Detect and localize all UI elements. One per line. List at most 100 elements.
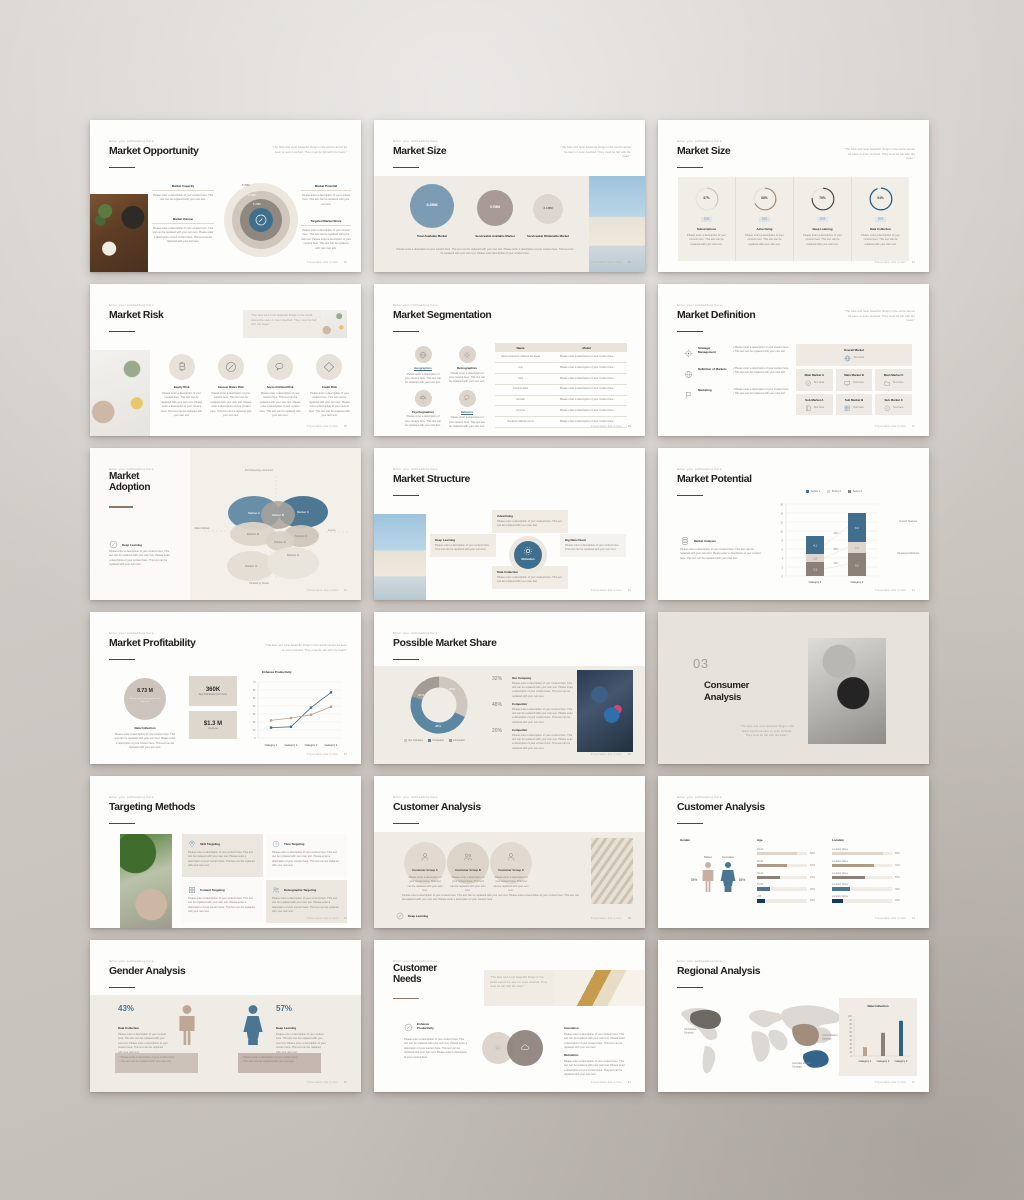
slide-customer-needs[interactable]: Enter your subheading here Customer Need… [374,940,645,1092]
chart-legend: Series 1 Series 2 Series 3 [806,490,862,493]
risk-item-0[interactable]: Equity Risk Please enter a description o… [160,354,203,419]
table-row[interactable]: Communities Please enter a description of… [495,385,627,396]
slide-targeting-methods[interactable]: Enter your subheading here Targeting Met… [90,776,361,928]
age-cat-2: 35-44 [757,871,764,875]
metric-card-3[interactable]: 94% 2023 Data Collection Please enter a … [852,177,909,261]
slide-market-adoption[interactable]: Enter your subheading here Market Adopti… [90,448,361,600]
definition-item-2[interactable]: Marketing • Please enter a description o… [684,388,789,400]
regional-bar-chart: 01020 304050 607080 90100 Category 1 Cate… [848,1015,911,1063]
risk-text-3: Please enter a description of your conte… [308,392,350,418]
risk-icon-bg-3 [316,354,343,380]
definition-item-0[interactable]: Strategic Management • Please enter a de… [684,346,789,358]
table-row[interactable]: Socio-economic indexes for areas Please e… [495,352,627,364]
svg-text:65%: 65% [739,878,746,882]
page-number: 08 [343,425,347,428]
targeting-card-2[interactable]: Content Targeting Please enter a descrip… [182,879,263,923]
matrix-main-0[interactable]: Main Market A Text here [796,369,833,391]
share-row-2[interactable]: 20% Competitor Please enter a description… [492,728,574,751]
slide-possible-market-share[interactable]: Enter your subheading here Possible Mark… [374,612,645,764]
slide-customer-analysis-groups[interactable]: Enter your subheading here Customer Anal… [374,776,645,928]
matrix-sub-2[interactable]: Sub Market C Text here [875,393,913,415]
title-rule [393,495,419,497]
loc-bar-0: Location Name 85% [832,848,904,856]
table-row[interactable]: City Please enter a description of your c… [495,363,627,374]
seg-icon-bg-3 [458,389,476,407]
matrix-cell: Text here [892,405,904,409]
table-row[interactable]: Size Please enter a description of your c… [495,374,627,385]
slide-market-structure[interactable]: Enter your subheading here Market Struct… [374,448,645,600]
table-row[interactable]: Gender Please enter a description of your… [495,396,627,407]
seg-label-3[interactable]: Behavior [460,410,474,415]
slide-market-profitability[interactable]: Enter your subheading here Market Profit… [90,612,361,764]
risk-item-1[interactable]: Interest Rates Risk Please enter a descr… [209,354,252,419]
ring-value-middle: 5.7MM [248,194,256,197]
table-row[interactable]: Income Please enter a description of your… [495,406,627,418]
slide-consumer-analysis-divider[interactable]: 03 Consumer Analysis "The best and most … [658,612,929,764]
label-market-capacity: Market Capacity [171,184,195,188]
matrix-overall[interactable]: Overall Market Text here [796,344,912,366]
matrix-main-1[interactable]: Main Market B Text here [835,369,873,391]
big-stat-text: Please enter a description of your conte… [114,733,176,750]
page-number: 11 [344,589,347,592]
risk-icon-bg-1 [217,354,244,380]
risk-item-3[interactable]: Credit Risk Please enter a description o… [308,354,351,419]
definition-bullets-2: • Please enter a description of your con… [733,388,789,396]
risk-item-2[interactable]: Socio-Political Risk Please enter a desc… [259,354,302,419]
targeting-card-1[interactable]: Time Targeting Please enter a descriptio… [266,834,347,877]
gear-icon [464,351,470,358]
structure-card-advertising[interactable]: Advertising Please enter a description o… [492,510,568,533]
svg-text:Market C: Market C [297,510,310,514]
matrix-sub-1[interactable]: Sub Market B Text here [835,393,873,415]
segmentation-item-1[interactable]: Demographics Please enter a description … [448,346,486,386]
page-title: Market Size [393,146,447,157]
slide-footer: Presentation title in here 08 [307,425,347,428]
slide-market-segmentation[interactable]: Enter your subheading here Market Segmen… [374,284,645,436]
share-label-2: Competitor [512,728,528,732]
structure-card-big-data[interactable]: Big Data Cloud Please enter a descriptio… [560,534,626,557]
slide-market-size-rings[interactable]: Enter your subheading here Market Size "… [658,120,929,272]
stat-card-1[interactable]: $1.3 M Revenue [189,711,237,739]
slide-market-risk[interactable]: Enter your subheading here Market Risk "… [90,284,361,436]
accent-label: Market Analysis [694,539,716,543]
metric-card-2[interactable]: 76% 2022 Deep Learning Please enter a de… [794,177,852,261]
metric-card-0[interactable]: 37% 2020 Subscriptions Please enter a de… [678,177,736,261]
donut-legend: Our Company Competitor Competitor [404,739,465,742]
metric-card-1[interactable]: 68% 2021 Advertising Please enter a desc… [736,177,794,261]
matrix-sub-label-0: Sub Market A [805,397,824,402]
grid-icon [188,886,196,893]
slide-market-opportunity[interactable]: Enter your subheading here Market Opport… [90,120,361,272]
legend-item-1: Series 2 [831,490,841,493]
slide-footer: Presentation title in here 13 [875,589,915,592]
svg-text:70: 70 [253,681,256,684]
seg-label-0[interactable]: Geographics [414,366,432,371]
age-bar-0: 18-24 80% [757,848,819,856]
slide-market-definition[interactable]: Enter your subheading here Market Defini… [658,284,929,436]
slide-customer-analysis-bars[interactable]: Enter your subheading here Customer Anal… [658,776,929,928]
bubble-tam-label: Total Available Market [416,234,448,238]
metric-label-3: Data Collection [869,227,892,231]
metric-value-1: 68% [761,196,768,200]
slide-eyebrow: Enter your subheading here [393,139,438,143]
slide-footer: Presentation title in here 12 [591,589,631,592]
gender-label-male: Data Collection [118,1026,140,1030]
share-row-1[interactable]: 48% Competitor Please enter a description… [492,702,574,725]
matrix-sub-0[interactable]: Sub Market A Text here [796,393,833,415]
definition-item-1[interactable]: Definition of Markets • Please enter a d… [684,367,789,379]
segmentation-item-2[interactable]: Psychographics Please enter a descriptio… [404,389,442,430]
slide-market-size-bubbles[interactable]: Enter your subheading here Market Size "… [374,120,645,272]
targeting-card-0[interactable]: SEO Targeting Please enter a description… [182,834,263,877]
share-row-0[interactable]: 32% Our Company Please enter a descriptio… [492,676,574,699]
risk-label-0: Equity Risk [173,385,190,389]
page-number: 12 [627,589,631,592]
table-header-model: Model [582,345,591,350]
matrix-main-2[interactable]: Main Market C Text here [875,369,913,391]
segmentation-item-3[interactable]: Behavior Please enter a description of y… [448,389,486,430]
svg-text:Strategy: Strategy [684,1031,694,1035]
stat-card-0[interactable]: 360K App Downloads From Store [189,676,237,706]
slide-gender-analysis[interactable]: Enter your subheading here Gender Analys… [90,940,361,1092]
segmentation-item-0[interactable]: Geographics Please enter a description o… [404,346,442,386]
structure-card-deep-learning[interactable]: Deep Learning Please enter a description… [430,534,496,557]
share-label-0: Our Company [512,676,532,680]
slide-regional-analysis[interactable]: Enter your subheading here Regional Anal… [658,940,929,1092]
slide-market-potential[interactable]: Enter your subheading here Market Potent… [658,448,929,600]
